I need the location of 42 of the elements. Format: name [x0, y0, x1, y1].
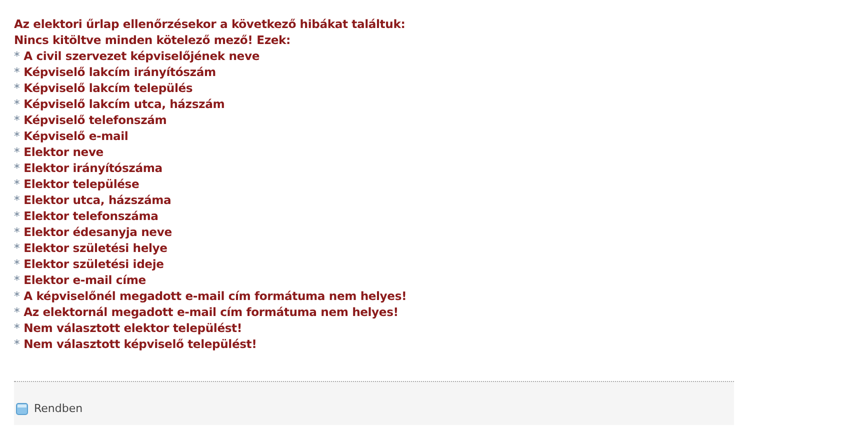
- error-item: Elektor települése: [24, 177, 140, 191]
- bullet-mark: *: [14, 177, 20, 191]
- bullet-mark: *: [14, 337, 20, 351]
- button-icon: [16, 402, 28, 414]
- bullet-mark: *: [14, 289, 20, 303]
- error-item: Elektor irányítószáma: [24, 161, 162, 175]
- bullet-mark: *: [14, 273, 20, 287]
- error-item: Elektor e-mail címe: [24, 273, 146, 287]
- error-item: Képviselő lakcím utca, házszám: [24, 97, 225, 111]
- error-item: Képviselő lakcím település: [24, 81, 193, 95]
- error-item: Képviselő telefonszám: [24, 113, 167, 127]
- error-item: Nem választott képviselő települést!: [24, 337, 257, 351]
- ok-button[interactable]: Rendben: [16, 401, 83, 418]
- bullet-mark: *: [14, 209, 20, 223]
- error-item: Az elektornál megadott e-mail cím formátuma nem helyes!: [24, 305, 398, 319]
- bullet-mark: *: [14, 241, 20, 255]
- error-item: Képviselő e-mail: [24, 129, 128, 143]
- bullet-mark: *: [14, 129, 20, 143]
- bullet-mark: *: [14, 257, 20, 271]
- bullet-mark: *: [14, 193, 20, 207]
- error-item: Nem választott elektor települést!: [24, 321, 242, 335]
- bullet-mark: *: [14, 49, 20, 63]
- error-item: Elektor utca, házszáma: [24, 193, 172, 207]
- bullet-mark: *: [14, 225, 20, 239]
- bullet-mark: *: [14, 97, 20, 111]
- error-item: Elektor telefonszáma: [24, 209, 158, 223]
- bullet-mark: *: [14, 145, 20, 159]
- bullet-mark: *: [14, 321, 20, 335]
- error-subheading: Nincs kitöltve minden kötelező mező! Ezek:: [14, 32, 292, 48]
- bullet-mark: *: [14, 113, 20, 127]
- bullet-mark: *: [14, 305, 20, 319]
- error-heading: Az elektori űrlap ellenőrzésekor a következő hibákat találtuk:: [14, 16, 406, 32]
- error-item: Elektor édesanyja neve: [24, 225, 172, 239]
- error-item: Elektor születési helye: [24, 241, 168, 255]
- bullet-mark: *: [14, 81, 20, 95]
- error-item: Elektor születési ideje: [24, 257, 164, 271]
- error-item: A civil szervezet képviselőjének neve: [24, 49, 260, 63]
- error-item: A képviselőnél megadott e-mail cím formátuma nem helyes!: [24, 289, 407, 303]
- bullet-mark: *: [14, 161, 20, 175]
- error-item: Képviselő lakcím irányítószám: [24, 65, 216, 79]
- error-item: Elektor neve: [24, 145, 104, 159]
- bullet-mark: *: [14, 65, 20, 79]
